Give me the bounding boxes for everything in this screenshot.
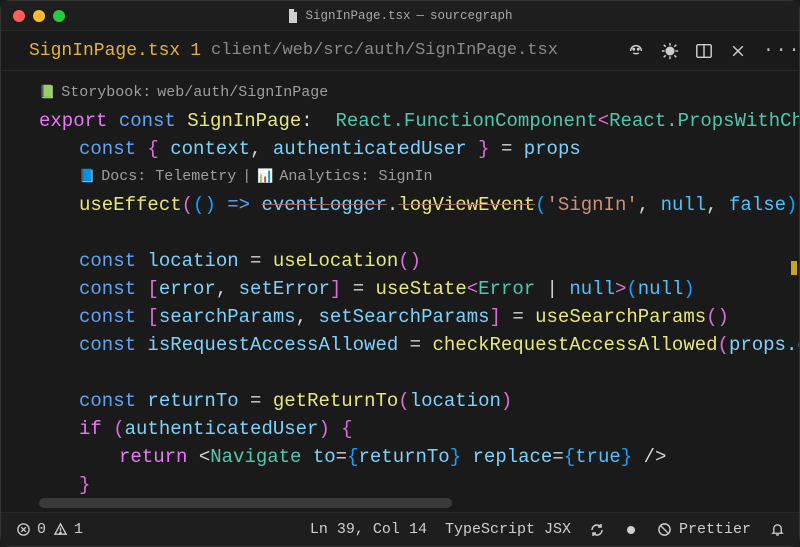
window-title: SignInPage.tsx — sourcegraph <box>1 9 799 23</box>
file-icon <box>287 9 299 23</box>
status-prettier-label: Prettier <box>679 521 751 538</box>
error-icon <box>15 522 31 538</box>
status-prettier[interactable]: Prettier <box>657 521 751 538</box>
status-lang: TypeScript JSX <box>445 521 571 538</box>
scrollbar-thumb[interactable] <box>39 498 452 508</box>
sun-status-icon[interactable] <box>623 522 639 538</box>
window-titlebar: SignInPage.tsx — sourcegraph <box>1 1 799 31</box>
codelens-storybook[interactable]: 📗 Storybook: web/auth/SignInPage <box>39 79 799 107</box>
title-filename: SignInPage.tsx <box>305 9 410 23</box>
status-problems[interactable]: 0 1 <box>15 521 83 538</box>
status-bar: 0 1 Ln 39, Col 14 TypeScript JSX Prettie… <box>1 512 799 546</box>
more-actions-icon[interactable]: ··· <box>763 42 781 60</box>
editor-tab-row: SignInPage.tsx 1 client/web/src/auth/Sig… <box>1 31 799 71</box>
docs-icon: 📘 <box>79 163 95 191</box>
status-ln-col: Ln 39, Col 14 <box>310 521 427 538</box>
title-project: sourcegraph <box>430 9 513 23</box>
title-separator: — <box>417 9 425 23</box>
codelens-docs[interactable]: 📘 Docs: Telemetry | 📊 Analytics: SignIn <box>39 163 799 191</box>
codelens-storybook-path: web/auth/SignInPage <box>157 79 328 107</box>
code-line[interactable]: useEffect(() => eventLogger.logViewEvent… <box>39 191 799 219</box>
minimize-window-button[interactable] <box>33 10 45 22</box>
split-editor-icon[interactable] <box>695 42 713 60</box>
tab-filename[interactable]: SignInPage.tsx <box>29 41 180 61</box>
bell-icon[interactable] <box>769 522 785 538</box>
window-controls <box>1 10 65 22</box>
code-editor[interactable]: 📗 Storybook: web/auth/SignInPage export … <box>1 71 799 512</box>
analytics-icon: 📊 <box>257 163 273 191</box>
codelens-analytics-label: Analytics: SignIn <box>279 163 432 191</box>
code-line[interactable]: if (authenticatedUser) { <box>39 415 799 443</box>
tab-toolbar: ··· <box>627 42 781 60</box>
code-line[interactable]: return <Navigate to={returnTo} replace={… <box>39 443 799 471</box>
code-line[interactable]: const { context, authenticatedUser } = p… <box>39 135 799 163</box>
status-cursor-pos[interactable]: Ln 39, Col 14 <box>310 521 427 538</box>
overview-ruler-warning[interactable] <box>791 261 797 275</box>
code-line[interactable]: const [searchParams, setSearchParams] = … <box>39 303 799 331</box>
sun-icon[interactable] <box>661 42 679 60</box>
codelens-storybook-prefix: Storybook: <box>61 79 151 107</box>
codelens-sep: | <box>242 163 251 191</box>
close-window-button[interactable] <box>13 10 25 22</box>
code-line[interactable]: const [error, setError] = useState<Error… <box>39 275 799 303</box>
code-line[interactable]: export const SignInPage: React.FunctionC… <box>39 107 799 135</box>
sync-icon[interactable] <box>589 522 605 538</box>
codelens-docs-label: Docs: Telemetry <box>101 163 236 191</box>
status-warning-count: 1 <box>74 521 83 538</box>
code-line[interactable]: const location = useLocation() <box>39 247 799 275</box>
code-line[interactable]: } <box>39 471 799 499</box>
code-line[interactable]: const isRequestAccessAllowed = checkRequ… <box>39 331 799 359</box>
tab-dirty-indicator: 1 <box>190 41 201 61</box>
zoom-window-button[interactable] <box>53 10 65 22</box>
horizontal-scrollbar[interactable] <box>39 498 789 508</box>
prettier-status-icon <box>657 522 673 538</box>
code-blank-line[interactable] <box>39 359 799 387</box>
status-language[interactable]: TypeScript JSX <box>445 521 571 538</box>
warning-icon <box>52 522 68 538</box>
storybook-icon: 📗 <box>39 79 55 107</box>
code-line[interactable]: const returnTo = getReturnTo(location) <box>39 387 799 415</box>
tab-filepath: client/web/src/auth/SignInPage.tsx <box>211 41 558 60</box>
status-error-count: 0 <box>37 521 46 538</box>
code-blank-line[interactable] <box>39 219 799 247</box>
close-tab-icon[interactable] <box>729 42 747 60</box>
smile-icon[interactable] <box>627 42 645 60</box>
